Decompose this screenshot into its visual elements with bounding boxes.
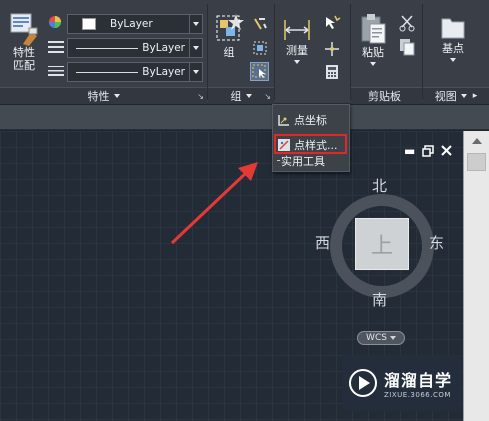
chevron-down-icon xyxy=(113,94,120,98)
ungroup-icon[interactable] xyxy=(252,16,268,32)
compass-east[interactable]: 东 xyxy=(429,232,444,253)
highlight-box xyxy=(274,134,347,154)
groups-panel: 组 组 ↘ xyxy=(208,0,274,104)
viewcube-face-label: 上 xyxy=(370,234,393,259)
compass-south[interactable]: 南 xyxy=(372,289,387,310)
group-button[interactable]: 组 xyxy=(211,12,247,59)
view-panel: 基点 视图 ▸ xyxy=(423,0,489,104)
viewcube-top-face[interactable]: 上 xyxy=(355,218,409,270)
match-properties-icon xyxy=(10,13,38,46)
chevron-down-icon xyxy=(294,60,300,64)
scroll-thumb[interactable] xyxy=(467,153,486,171)
vertical-scrollbar[interactable] xyxy=(463,131,489,421)
view-panel-label: 视图 xyxy=(434,90,457,103)
chevron-down-icon xyxy=(370,62,376,66)
color-wheel-icon[interactable] xyxy=(48,15,62,29)
menu-item-label: 点坐标 xyxy=(294,114,327,127)
group-edit-icon[interactable] xyxy=(252,40,268,56)
lineweight-dropdown-value: ByLayer xyxy=(142,66,185,78)
match-properties-label-1: 特性 xyxy=(13,46,35,59)
paste-button-label: 粘贴 xyxy=(362,46,384,59)
lineweight-icon[interactable] xyxy=(48,65,64,77)
view-panel-bar[interactable]: 视图 ▸ xyxy=(423,87,489,104)
minimize-icon[interactable]: ▬ xyxy=(404,145,415,157)
id-point-icon[interactable] xyxy=(323,40,341,58)
ribbon: 特性 匹配 ByLayer ByLayer ByLayer 特性 ↘ 组 组 ↘… xyxy=(0,0,489,104)
restore-icon[interactable] xyxy=(422,145,434,157)
paste-icon xyxy=(361,14,386,44)
point-coordinate-icon xyxy=(278,115,289,126)
paste-button[interactable]: 粘贴 xyxy=(356,12,390,66)
watermark-brand-url: ZIXUE.3066.COM xyxy=(384,391,451,399)
match-properties-button[interactable]: 特性 匹配 xyxy=(6,12,42,72)
compass-west[interactable]: 西 xyxy=(315,232,330,253)
measure-button-label: 测量 xyxy=(286,44,308,57)
scroll-up-icon[interactable] xyxy=(467,134,486,148)
chevron-down-icon xyxy=(450,58,456,62)
dialog-launcher-icon[interactable]: ↘ xyxy=(197,92,204,101)
base-point-button[interactable]: 基点 xyxy=(431,14,475,62)
close-icon[interactable] xyxy=(441,145,452,156)
file-tab-strip xyxy=(0,105,489,130)
chevron-down-icon xyxy=(460,94,467,98)
utilities-panel: 测量 xyxy=(275,0,350,104)
measure-icon xyxy=(284,20,310,40)
wcs-label: WCS xyxy=(366,333,387,343)
base-point-button-label: 基点 xyxy=(442,42,464,55)
chevron-down-icon xyxy=(245,94,252,98)
chevron-down-icon xyxy=(389,336,396,340)
compass-north[interactable]: 北 xyxy=(372,175,387,196)
properties-panel: 特性 匹配 ByLayer ByLayer ByLayer 特性 ↘ xyxy=(0,0,207,104)
clipboard-panel-label: 剪贴板 xyxy=(368,90,401,103)
dialog-launcher-icon[interactable]: ↘ xyxy=(264,92,271,101)
color-dropdown-value: ByLayer xyxy=(110,18,153,30)
linetype-dropdown[interactable]: ByLayer xyxy=(67,38,203,58)
clipboard-panel: 粘贴 剪贴板 xyxy=(351,0,422,104)
panel-options-icon[interactable]: ▸ xyxy=(473,91,478,101)
play-logo-icon xyxy=(349,369,377,397)
lineweight-dropdown[interactable]: ByLayer xyxy=(67,62,203,82)
wcs-menu[interactable]: WCS xyxy=(357,331,405,345)
viewcube[interactable]: 北 南 西 东 上 WCS xyxy=(309,175,459,345)
group-button-label: 组 xyxy=(223,46,235,59)
groups-panel-label: 组 xyxy=(230,90,242,103)
cursor-select-icon xyxy=(252,64,266,78)
linetype-icon[interactable] xyxy=(48,40,64,54)
match-properties-label-2: 匹配 xyxy=(13,59,35,72)
chevron-down-icon xyxy=(189,15,202,33)
footer-dash: ╶ xyxy=(274,155,281,167)
measure-button[interactable]: 测量 xyxy=(280,14,314,64)
linetype-dropdown-value: ByLayer xyxy=(142,42,185,54)
properties-panel-bar[interactable]: 特性 ↘ xyxy=(0,87,207,104)
group-icon xyxy=(216,14,244,41)
watermark-brand-cn: 溜溜自学 xyxy=(384,371,453,390)
properties-panel-label: 特性 xyxy=(87,90,110,103)
linetype-preview xyxy=(76,47,139,49)
calculator-icon[interactable] xyxy=(325,64,339,80)
groups-panel-bar[interactable]: 组 ↘ xyxy=(208,87,274,104)
watermark-brand: 溜溜自学 ZIXUE.3066.COM xyxy=(384,367,452,399)
copy-icon[interactable] xyxy=(399,38,415,56)
menu-item-point-coordinate[interactable]: 点坐标 xyxy=(277,110,347,130)
chevron-down-icon xyxy=(189,63,202,81)
chevron-down-icon xyxy=(189,39,202,57)
color-swatch xyxy=(82,18,96,30)
utilities-panel-footer[interactable]: ╶ 实用工具 xyxy=(274,153,344,169)
base-point-icon xyxy=(441,18,465,39)
color-dropdown[interactable]: ByLayer xyxy=(67,14,203,34)
quick-select-icon[interactable] xyxy=(323,14,341,32)
footer-label: 实用工具 xyxy=(281,155,326,168)
cut-icon[interactable] xyxy=(399,14,415,32)
lineweight-preview xyxy=(76,71,139,73)
watermark: 溜溜自学 ZIXUE.3066.COM xyxy=(342,355,462,411)
group-selection-toggle[interactable] xyxy=(250,62,269,81)
clipboard-panel-bar: 剪贴板 xyxy=(351,87,422,104)
